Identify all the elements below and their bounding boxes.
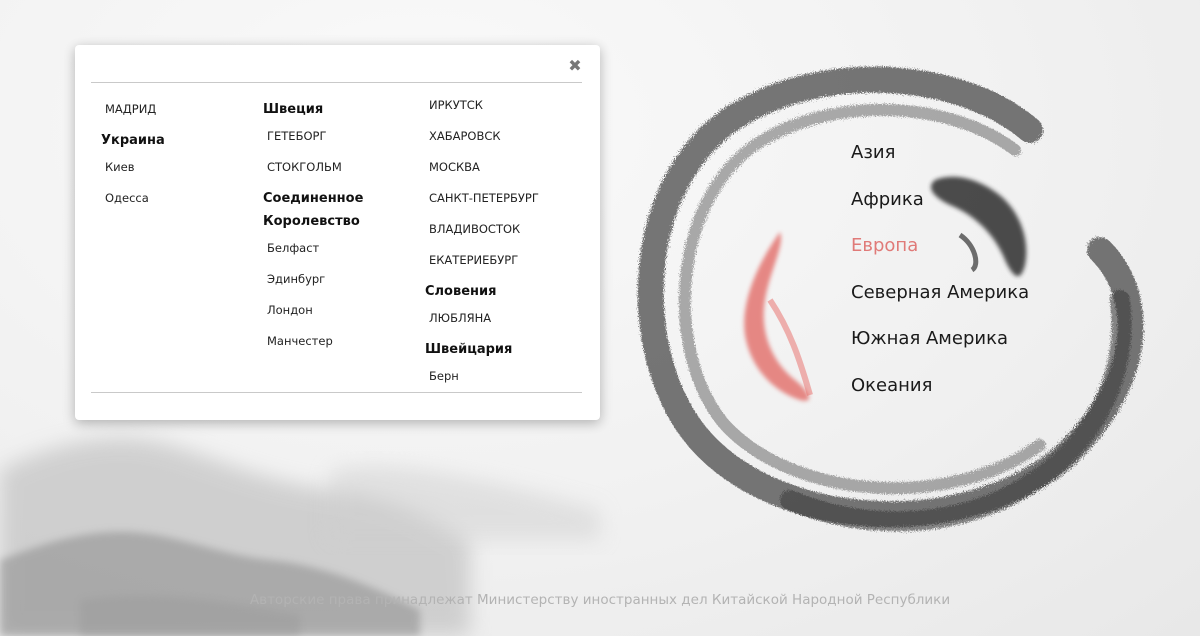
close-icon[interactable]: ✖: [568, 58, 582, 74]
city-link[interactable]: ЕКАТЕРИЕБУРГ: [425, 245, 582, 276]
city-link[interactable]: САНКТ-ПЕТЕРБУРГ: [425, 183, 582, 214]
red-koi-icon: [744, 232, 813, 401]
continent-item[interactable]: Азия: [851, 130, 1091, 177]
city-link[interactable]: Одесса: [101, 183, 261, 214]
country-heading: Соединенное Королевство: [263, 191, 364, 229]
city-column-2: БРАТИСЛАВА Швеция ГЕТЕБОРГСТОКГОЛЬМ Соедине…: [263, 83, 423, 357]
popup-divider-top: [91, 82, 582, 83]
continent-item[interactable]: Северная Америка: [851, 270, 1091, 317]
city-link[interactable]: ВЛАДИВОСТОК: [425, 214, 582, 245]
city-link[interactable]: ХАБАРОВСК: [425, 121, 582, 152]
country-heading: Россия: [425, 83, 582, 90]
city-link[interactable]: МАДРИД: [101, 94, 261, 125]
city-link[interactable]: Киев: [101, 152, 261, 183]
popup-divider-bottom: [91, 392, 582, 393]
city-link[interactable]: БАРСЕЛОНА: [101, 83, 261, 94]
city-link[interactable]: Лондон: [263, 295, 423, 326]
city-link[interactable]: Берн: [425, 361, 582, 392]
city-link[interactable]: Белфаст: [263, 233, 423, 264]
country-heading: Швеция: [263, 102, 324, 117]
city-column-1: БАРСЕЛОНАМАДРИД Украина КиевОдесса: [101, 83, 261, 214]
continent-menu: Азия Африка Европа Северная Америка Южная Ам…: [851, 130, 1091, 410]
continent-item[interactable]: Европа: [851, 223, 1091, 270]
country-heading: Украина: [101, 133, 165, 148]
city-link[interactable]: ЛЮБЛЯНА: [425, 303, 582, 334]
city-link[interactable]: Эдинбург: [263, 264, 423, 295]
city-link[interactable]: БРАТИСЛАВА: [263, 83, 423, 94]
continent-item[interactable]: Океания: [851, 363, 1091, 410]
city-link[interactable]: СТОКГОЛЬМ: [263, 152, 423, 183]
city-link[interactable]: Манчестер: [263, 326, 423, 357]
copyright-footer: Авторские права принадлежат Министерству…: [249, 592, 951, 608]
city-column-3: РоссияИРКУТСКХАБАРОВСКМОСКВАСАНКТ-ПЕТЕРБ…: [425, 83, 582, 392]
country-heading: Словения: [425, 284, 497, 299]
continent-item[interactable]: Южная Америка: [851, 316, 1091, 363]
continent-item[interactable]: Африка: [851, 177, 1091, 224]
country-heading: Швейцария: [425, 342, 513, 357]
city-link[interactable]: МОСКВА: [425, 152, 582, 183]
city-link[interactable]: ГЕТЕБОРГ: [263, 121, 423, 152]
city-link[interactable]: ИРКУТСК: [425, 90, 582, 121]
city-list-scroll-area[interactable]: БАРСЕЛОНАМАДРИД Украина КиевОдесса БРАТИСЛ…: [91, 83, 582, 392]
city-list-popup: ✖ БАРСЕЛОНАМАДРИД Украина КиевОдесса БРАТИ…: [75, 45, 600, 420]
